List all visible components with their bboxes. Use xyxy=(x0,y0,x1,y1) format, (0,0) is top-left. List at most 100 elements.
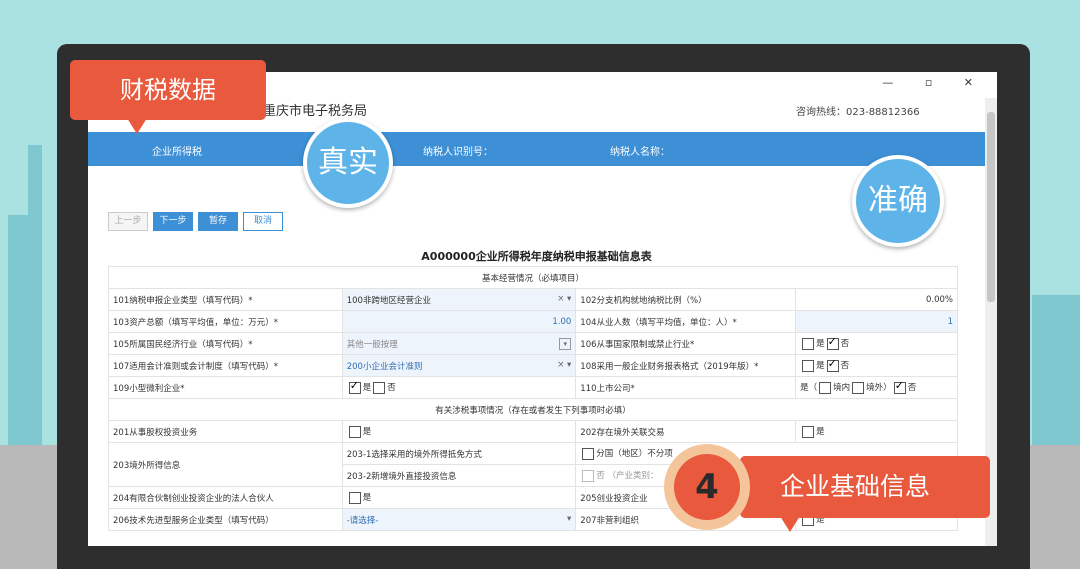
checkbox-no[interactable] xyxy=(826,335,839,350)
total-assets-field[interactable]: 1.00 xyxy=(341,310,577,333)
form-title: A000000企业所得税年度纳税申报基础信息表 xyxy=(421,250,652,263)
branch-ratio-field[interactable]: 0.00% xyxy=(795,288,958,311)
scrollbar-thumb[interactable] xyxy=(987,112,995,302)
site-brand: 重庆市电子税务局 xyxy=(263,104,368,119)
chevron-down-icon[interactable]: ▾ xyxy=(567,514,571,524)
table-row: 有关涉税事项情况（存在或者发生下列事项时必填） xyxy=(108,398,958,421)
window-controls[interactable]: — ▫ ✕ xyxy=(882,76,987,89)
taxpayer-info-bar: 企业所得税 纳税人识别号： 纳税人名称： xyxy=(88,132,985,166)
overseas-related-options: 是 xyxy=(795,420,958,443)
field-value: -请选择- xyxy=(346,515,379,526)
row-label: 108采用一般企业财务报表格式（2019年版）* xyxy=(575,354,797,377)
option-label: 是 xyxy=(816,361,825,372)
option-label: 是 xyxy=(362,493,372,504)
checkbox-overseas[interactable] xyxy=(852,381,865,394)
option-label: 否 （产业类别： xyxy=(596,471,659,482)
option-label: 是（ xyxy=(800,383,818,394)
row-label: 102分支机构就地纳税比例（%） xyxy=(575,288,797,311)
callout-pointer xyxy=(780,516,800,532)
field-value: 其他一般按理 xyxy=(346,339,398,350)
section-header-basic: 基本经营情况（必填项目） xyxy=(108,266,958,289)
cancel-button[interactable]: 取消 xyxy=(243,212,283,231)
option-label: 否 xyxy=(387,383,396,394)
checkbox-no[interactable] xyxy=(582,469,595,482)
form-toolbar: 上一步 下一步 暂存 取消 xyxy=(108,208,288,231)
callout-enterprise-info: 企业基础信息 xyxy=(740,456,990,518)
table-row: 105所属国民经济行业（填写代码）* 其他一般按理 ▾ 106从事国家限制或禁止行… xyxy=(108,332,958,355)
taxpayer-name-label: 纳税人名称： xyxy=(610,147,670,158)
option-label: 否 xyxy=(907,383,917,394)
checkbox-domestic[interactable] xyxy=(819,381,832,394)
section-header-tax-matters: 有关涉税事项情况（存在或者发生下列事项时必填） xyxy=(108,398,958,421)
option-label: 否 xyxy=(840,339,850,350)
checkbox-by-country[interactable] xyxy=(582,447,595,460)
row-label: 107适用会计准则或会计制度（填写代码）* xyxy=(108,354,343,377)
option-label: 是 xyxy=(816,339,825,350)
option-label: 是 xyxy=(362,427,372,438)
checkbox-yes[interactable] xyxy=(348,491,361,504)
option-label: 否 xyxy=(840,361,850,372)
row-label: 202存在境外关联交易 xyxy=(575,420,797,443)
clear-dropdown-icon[interactable]: × ▾ xyxy=(557,360,571,370)
row-label: 204有限合伙制创业投资企业的法人合伙人 xyxy=(108,486,343,509)
row-label: 206技术先进型服务企业类型（填写代码） xyxy=(108,508,343,531)
taxpayer-id-label: 纳税人识别号： xyxy=(423,147,493,158)
row-label: 201从事股权投资业务 xyxy=(108,420,343,443)
option-label: 境内 xyxy=(833,383,851,394)
table-row: 基本经营情况（必填项目） xyxy=(108,266,958,289)
step-number-badge: 4 xyxy=(674,454,740,520)
badge-accurate: 准确 xyxy=(852,155,944,247)
table-row: 109小型微利企业* 是否 110上市公司* 是（境内境外）否 xyxy=(108,376,958,399)
checkbox-yes[interactable] xyxy=(348,379,361,394)
checkbox-no[interactable] xyxy=(373,381,386,394)
row-label: 104从业人数（填写平均值，单位：人）* xyxy=(575,310,797,333)
callout-pointer xyxy=(127,118,147,134)
row-label: 203-1选择采用的境外所得抵免方式 xyxy=(341,442,577,465)
row-label: 105所属国民经济行业（填写代码）* xyxy=(108,332,343,355)
enterprise-type-field[interactable]: 100非跨地区经营企业 × ▾ xyxy=(341,288,577,311)
limited-partner-options: 是 xyxy=(341,486,577,509)
row-label: 101纳税申报企业类型（填写代码）* xyxy=(108,288,343,311)
option-label: 境外） xyxy=(866,383,892,394)
row-label: 203境外所得信息 xyxy=(108,442,343,487)
table-row: 107适用会计准则或会计制度（填写代码）* 200小企业会计准则 × ▾ 108采… xyxy=(108,354,958,377)
tax-type-label: 企业所得税 xyxy=(152,147,202,158)
building-spire xyxy=(28,145,42,225)
small-micro-options: 是否 xyxy=(341,376,577,399)
checkbox-yes[interactable] xyxy=(802,359,815,372)
checkbox-yes[interactable] xyxy=(802,337,815,350)
prev-step-button[interactable]: 上一步 xyxy=(108,212,148,231)
equity-investment-options: 是 xyxy=(341,420,577,443)
checkbox-no[interactable] xyxy=(826,357,839,372)
option-label: 是 xyxy=(816,427,825,438)
report-format-options: 是否 xyxy=(795,354,958,377)
restricted-industry-options: 是否 xyxy=(795,332,958,355)
table-row: 201从事股权投资业务 是 202存在境外关联交易 是 xyxy=(108,420,958,443)
building-right xyxy=(1032,295,1080,445)
checkbox-no[interactable] xyxy=(893,379,906,394)
chevron-down-icon[interactable]: ▾ xyxy=(559,337,572,350)
hotline-text: 咨询热线：023-88812366 xyxy=(796,107,920,118)
tech-service-type-field[interactable]: -请选择- ▾ xyxy=(341,508,577,531)
building-left xyxy=(8,215,42,445)
row-label: 109小型微利企业* xyxy=(108,376,343,399)
save-draft-button[interactable]: 暂存 xyxy=(198,212,238,231)
table-row: 103资产总额（填写平均值，单位：万元）* 1.00 104从业人数（填写平均值… xyxy=(108,310,958,333)
listed-company-options: 是（ 境内 境外） 否 xyxy=(795,376,958,399)
next-step-button[interactable]: 下一步 xyxy=(153,212,193,231)
row-label: 110上市公司* xyxy=(575,376,797,399)
checkbox-yes[interactable] xyxy=(348,425,361,438)
field-value: 200小企业会计准则 xyxy=(346,361,423,372)
checkbox-yes[interactable] xyxy=(802,425,815,438)
clear-dropdown-icon[interactable]: × ▾ xyxy=(557,294,571,304)
accounting-standard-field[interactable]: 200小企业会计准则 × ▾ xyxy=(341,354,577,377)
option-label: 分国（地区）不分项 xyxy=(596,449,673,460)
row-label: 203-2新增境外直接投资信息 xyxy=(341,464,577,487)
badge-real: 真实 xyxy=(303,118,393,208)
industry-field[interactable]: 其他一般按理 ▾ xyxy=(341,332,577,355)
row-label: 103资产总额（填写平均值，单位：万元）* xyxy=(108,310,343,333)
option-label: 是 xyxy=(362,383,372,394)
callout-finance-data: 财税数据 xyxy=(70,60,266,120)
row-label: 106从事国家限制或禁止行业* xyxy=(575,332,797,355)
employees-field[interactable]: 1 xyxy=(795,310,958,333)
